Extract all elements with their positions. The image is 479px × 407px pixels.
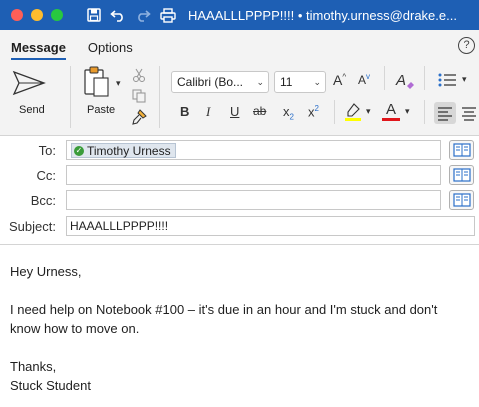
chevron-down-icon: ⌄ [256,77,264,87]
cc-label: Cc: [36,168,57,183]
presence-check-icon: ✓ [74,145,84,156]
message-body[interactable]: Hey Urness, I need help on Notebook #100… [10,262,472,395]
font-name-value: Calibri (Bo... [177,75,244,89]
paste-dropdown-chevron-icon[interactable]: ▾ [116,78,121,89]
subject-field[interactable]: HAAALLLPPPP!!!! [66,216,475,236]
cc-address-book-button[interactable] [449,165,474,185]
divider [424,100,425,124]
grow-font-button[interactable]: A^ [333,72,346,88]
window-title: HAAALLLPPPP!!!! • timothy.urness@drake.e… [188,7,457,23]
font-color-swatch [382,118,400,121]
window-controls [11,9,63,21]
body-line: I need help on Notebook #100 – it's due … [10,302,438,317]
recipient-chip[interactable]: ✓ Timothy Urness [71,143,176,158]
minimize-window-button[interactable] [31,9,43,21]
ribbon-tabs: Message Options ? [0,30,479,60]
subject-label: Subject: [9,219,56,234]
copy-icon[interactable] [132,89,146,103]
subject-value: HAAALLLPPPP!!!! [70,219,169,233]
body-greeting: Hey Urness, [10,264,82,279]
divider [334,100,335,124]
shrink-font-letter: A [358,73,367,87]
body-line: know how to move on. [10,321,140,336]
recipient-name: Timothy Urness [87,143,171,158]
strikethrough-button[interactable]: ab [253,104,266,118]
divider [159,66,160,128]
eraser-icon [407,82,414,89]
clipboard-icon [84,66,109,97]
bcc-label: Bcc: [30,193,56,208]
highlight-icon[interactable] [344,102,362,122]
align-left-icon [438,107,452,121]
italic-button[interactable]: I [206,104,210,120]
close-window-button[interactable] [11,9,23,21]
font-name-select[interactable]: Calibri (Bo... ⌄ [171,71,269,93]
bold-button[interactable]: B [180,104,189,119]
font-size-value: 11 [280,75,293,89]
to-address-book-button[interactable] [449,140,474,160]
align-center-icon[interactable] [460,102,478,124]
font-color-chevron-down-icon[interactable]: ▾ [405,106,410,117]
shrink-font-button[interactable]: Av [358,72,370,87]
address-book-icon [452,168,471,182]
undo-icon[interactable] [110,8,126,22]
header-divider [0,244,479,245]
send-button[interactable]: Send [8,68,54,130]
redo-icon[interactable] [135,8,151,22]
tab-options[interactable]: Options [88,40,133,60]
paste-label: Paste [87,104,116,116]
cc-field[interactable] [66,165,441,185]
address-book-icon [452,143,471,157]
chevron-down-icon: ⌄ [313,77,321,87]
grow-font-letter: A [333,72,343,88]
superscript-button[interactable]: x2 [308,104,319,119]
send-icon [12,70,46,96]
body-signature: Stuck Student [10,378,91,393]
format-painter-icon[interactable] [131,109,147,125]
font-color-button[interactable]: A [386,101,396,118]
highlight-chevron-down-icon[interactable]: ▾ [366,106,371,117]
title-bar: HAAALLLPPPP!!!! • timothy.urness@drake.e… [0,0,479,30]
align-left-button[interactable] [434,102,456,124]
help-icon[interactable]: ? [458,37,475,54]
to-field[interactable]: ✓ Timothy Urness [66,140,441,160]
underline-button[interactable]: U [230,104,239,119]
divider [424,66,425,90]
send-label: Send [19,104,45,116]
divider [70,66,71,128]
to-label: To: [38,143,56,158]
body-closing: Thanks, [10,359,57,374]
bullets-chevron-down-icon[interactable]: ▾ [462,74,467,85]
maximize-window-button[interactable] [51,9,63,21]
print-icon[interactable] [160,7,176,23]
divider [384,66,385,90]
subscript-button[interactable]: x2 [283,104,294,122]
bcc-address-book-button[interactable] [449,190,474,210]
bullets-icon[interactable] [438,72,458,88]
cut-icon[interactable] [132,68,146,82]
font-size-select[interactable]: 11 ⌄ [274,71,326,93]
tab-message[interactable]: Message [11,40,66,60]
ribbon: Send ▾ Paste Calibri (Bo... ⌄ 11 ⌄ A^ Av… [0,60,479,136]
bcc-field[interactable] [66,190,441,210]
save-icon[interactable] [87,8,101,22]
address-book-icon [452,193,471,207]
paste-button[interactable]: ▾ Paste [80,66,124,128]
